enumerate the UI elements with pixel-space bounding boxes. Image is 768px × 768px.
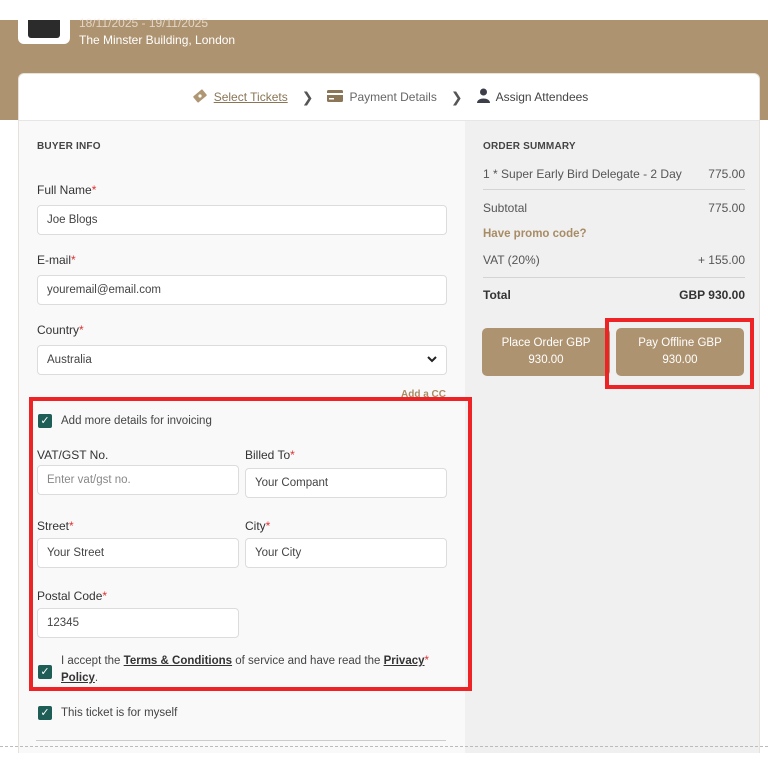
step-assign-attendees[interactable]: Assign Attendees [476,88,588,106]
email-label: E-mail* [37,253,76,267]
total-row: Total GBP 930.00 [483,288,745,302]
bottom-dashed-line [0,746,768,747]
checkout-steps: Select Tickets ❯ Payment Details ❯ Assig… [19,74,759,121]
country-select[interactable]: Australia [37,345,447,375]
step-payment-details[interactable]: Payment Details [327,89,437,105]
event-thumbnail [18,20,70,44]
highlight-pay-offline [605,318,754,389]
place-order-button[interactable]: Place Order GBP 930.00 [482,328,610,376]
ticket-icon [192,88,208,107]
full-name-label: Full Name* [37,183,97,197]
person-icon [476,88,490,106]
summary-item-row: 1 * Super Early Bird Delegate - 2 Day 775… [483,167,745,181]
myself-checkbox[interactable]: ✓ [38,706,52,720]
order-summary-title: ORDER SUMMARY [483,141,576,152]
order-summary-panel: ORDER SUMMARY 1 * Super Early Bird Deleg… [465,121,759,753]
subtotal-row: Subtotal 775.00 [483,201,745,215]
myself-checkbox-label: This ticket is for myself [61,707,178,719]
promo-code-link[interactable]: Have promo code? [483,228,587,240]
vat-row: VAT (20%) + 155.00 [483,253,745,267]
country-label: Country* [37,323,84,337]
full-name-input[interactable]: Joe Blogs [37,205,447,235]
chevron-down-icon [427,354,437,366]
event-venue: The Minster Building, London [79,33,236,47]
event-dates: 18/11/2025 - 19/11/2025 [79,16,208,30]
card-icon [327,89,344,105]
email-input[interactable]: youremail@email.com [37,275,447,305]
buyer-info-title: BUYER INFO [37,141,101,152]
chevron-right-icon: ❯ [301,88,314,105]
highlight-invoice-section [29,397,472,691]
divider [483,189,745,190]
chevron-right-icon: ❯ [450,88,463,105]
divider [36,740,446,741]
step-select-tickets[interactable]: Select Tickets [192,88,288,107]
divider [483,277,745,278]
